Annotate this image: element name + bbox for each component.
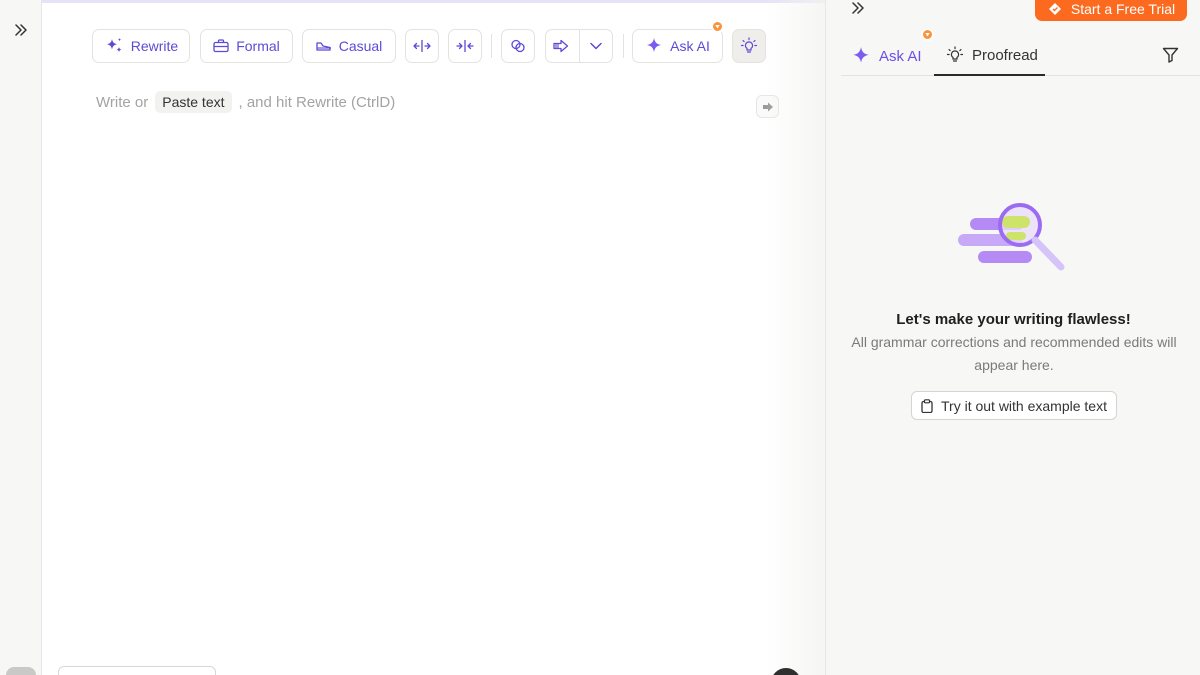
diamond-tag-icon: [1048, 2, 1061, 15]
casual-label: Casual: [338, 38, 383, 54]
editor-placeholder[interactable]: Write or Paste text , and hit Rewrite (C…: [96, 90, 395, 114]
toolbar-divider: [491, 34, 492, 58]
more-dropdown-button[interactable]: [580, 30, 613, 62]
overlap-circles-icon: [511, 39, 525, 53]
editor-edge-shadow: [765, 0, 825, 675]
trial-label: Start a Free Trial: [1070, 0, 1176, 17]
expand-text-button[interactable]: [405, 29, 439, 63]
premium-badge-icon: [711, 20, 724, 33]
formal-label: Formal: [236, 38, 280, 54]
clipboard-icon: [921, 398, 933, 413]
left-rail: [0, 0, 42, 675]
filter-icon: [1162, 47, 1178, 63]
premium-badge-icon: [921, 28, 934, 41]
suggestions-toggle-button[interactable]: [732, 29, 766, 63]
rewrite-button[interactable]: Rewrite: [92, 29, 190, 63]
try-example-button[interactable]: Try it out with example text: [911, 391, 1117, 420]
shorten-text-button[interactable]: [448, 29, 482, 63]
sparkle-icon: [647, 38, 662, 52]
sparkle-icon: [853, 47, 869, 63]
tab-ask-ai-label: Ask AI: [879, 47, 922, 65]
compress-horizontal-icon: [456, 40, 474, 52]
briefcase-icon: [213, 39, 229, 53]
empty-state-title: Let's make your writing flawless!: [896, 311, 1131, 328]
ask-ai-button[interactable]: Ask AI: [632, 29, 723, 63]
editor-top-line: [42, 0, 825, 3]
sparkles-icon: [106, 38, 122, 53]
magnifier-illustration-icon: [958, 203, 1065, 271]
chevron-down-icon: [590, 42, 602, 50]
tab-ask-ai[interactable]: Ask AI: [851, 36, 922, 76]
avatar[interactable]: [6, 667, 36, 675]
expand-horizontal-icon: [413, 40, 431, 52]
empty-state-description: All grammar corrections and recommended …: [851, 334, 1177, 373]
lightbulb-icon: [740, 37, 758, 53]
editor-area: Rewrite Formal Casual Ask AI Write or Pa…: [42, 0, 825, 675]
paste-text-button[interactable]: Paste text: [155, 91, 232, 113]
lightbulb-icon: [946, 46, 964, 62]
try-example-label: Try it out with example text: [941, 397, 1107, 414]
expand-sidebar-icon[interactable]: [11, 20, 31, 40]
more-actions-split-button[interactable]: [545, 29, 613, 63]
ask-ai-label: Ask AI: [670, 38, 710, 54]
filter-button[interactable]: [1159, 44, 1181, 66]
continue-writing-button[interactable]: [546, 30, 580, 62]
tab-proofread-label: Proofread: [972, 46, 1038, 64]
collapse-panel-icon[interactable]: [848, 0, 868, 16]
casual-button[interactable]: Casual: [302, 29, 396, 63]
formal-button[interactable]: Formal: [200, 29, 293, 63]
start-free-trial-button[interactable]: Start a Free Trial: [1035, 0, 1187, 21]
rewrite-label: Rewrite: [130, 38, 179, 54]
tab-proofread[interactable]: Proofread: [934, 36, 1045, 76]
placeholder-suffix: , and hit Rewrite (CtrlD): [238, 93, 396, 111]
sneaker-icon: [316, 42, 331, 51]
panel-tabs: Ask AI Proofread: [841, 28, 1200, 76]
bottom-input-box[interactable]: [58, 666, 216, 675]
proofread-panel: Start a Free Trial Ask AI Proofread Let'…: [825, 0, 1200, 675]
toolbar-divider: [623, 34, 624, 58]
placeholder-prefix: Write or: [96, 93, 149, 111]
tone-button[interactable]: [501, 29, 535, 63]
arrow-right-bold-icon: [553, 39, 569, 53]
